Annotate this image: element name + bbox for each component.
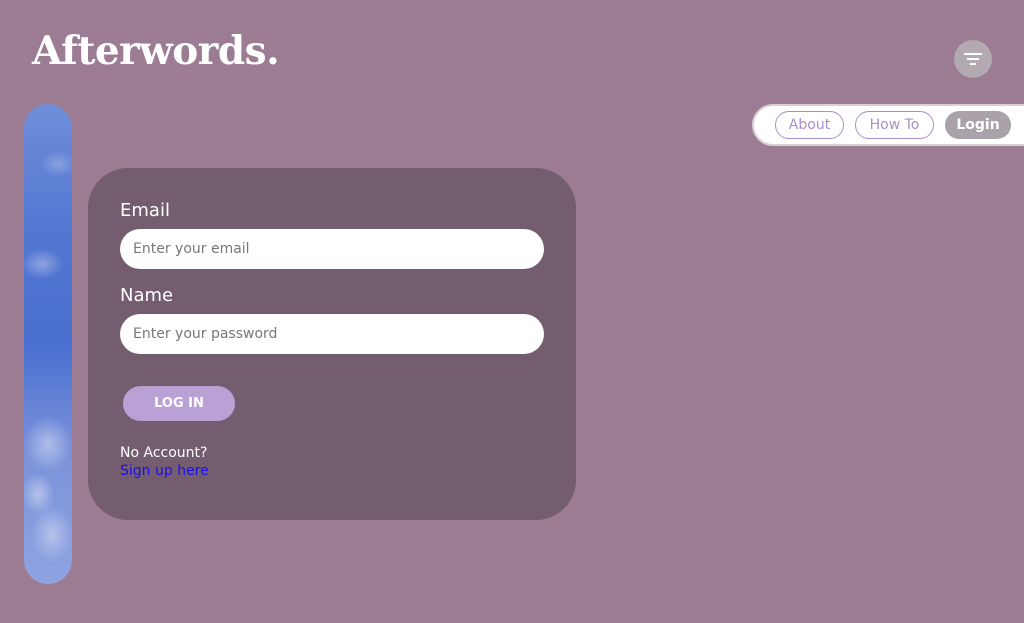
nav-howto-button[interactable]: How To (855, 111, 934, 139)
email-label: Email (120, 200, 170, 221)
sky-decorative-image (24, 104, 72, 584)
email-field[interactable] (120, 229, 544, 269)
app-logo[interactable]: Afterwords. (32, 28, 280, 74)
name-field[interactable] (120, 314, 544, 354)
name-label: Name (120, 285, 174, 306)
nav-about-button[interactable]: About (775, 111, 844, 139)
nav-login-button[interactable]: Login (945, 111, 1011, 139)
login-submit-button[interactable]: LOG IN (123, 386, 235, 421)
login-page: Afterwords. About How To Login Email Nam… (0, 0, 1024, 623)
menu-button[interactable] (954, 40, 992, 78)
signup-link[interactable]: Sign up here (120, 463, 209, 479)
filter-lines-icon (964, 53, 982, 65)
no-account-text: No Account? (120, 445, 208, 461)
